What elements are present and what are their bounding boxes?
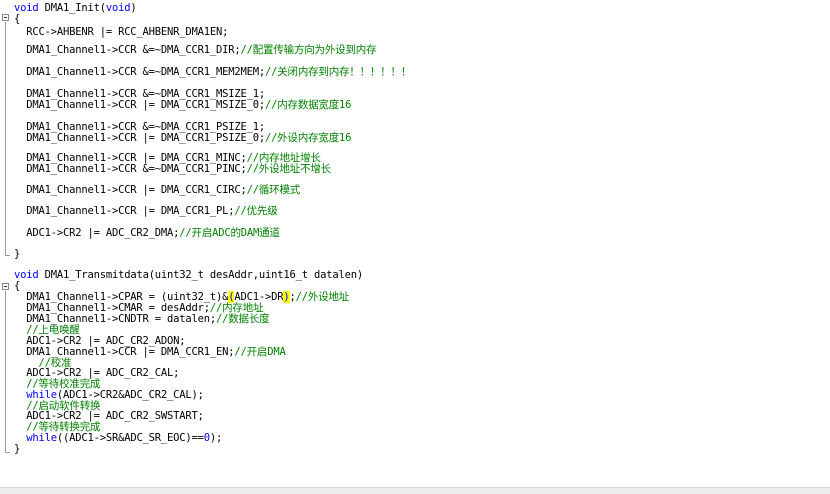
code-token: ): [130, 2, 137, 14]
code-line[interactable]: void DMA1_Transmitdata(uint32_t desAddr,…: [14, 270, 363, 281]
code-comment: //数据长度: [216, 313, 270, 325]
fold-guide-line: [5, 291, 6, 452]
code-comment: //外设地址不增长: [246, 163, 332, 175]
code-token: DMA1_Channel1->CCR &=~DMA_CCR1_MEM2MEM;: [14, 66, 265, 78]
code-token: DMA1_Channel1->CCR |= DMA_CCR1_PSIZE_0;: [14, 132, 265, 144]
code-line[interactable]: DMA1_Channel1->CCR &=~DMA_CCR1_PINC;//外设…: [14, 164, 331, 175]
code-token: );: [209, 432, 223, 444]
code-token: DMA1_Transmitdata(uint32_t desAddr,uint1…: [38, 269, 364, 281]
code-comment: //优先级: [234, 205, 278, 217]
code-comment: //外设地址: [295, 291, 350, 303]
fold-toggle-icon[interactable]: [2, 283, 9, 290]
code-comment: //外设内存宽度16: [264, 132, 352, 144]
code-line[interactable]: }: [14, 249, 20, 260]
code-token: DMA1_Channel1->CCR |= DMA_CCR1_PL;: [14, 205, 235, 217]
code-line[interactable]: DMA1_Channel1->CCR &=~DMA_CCR1_DIR;//配置传…: [14, 45, 376, 56]
code-comment: //循环模式: [246, 184, 301, 196]
code-token: }: [14, 443, 21, 455]
code-keyword: while: [26, 432, 57, 444]
code-line[interactable]: ADC1->CR2 |= ADC_CR2_DMA;//开启ADC的DAM通道: [14, 228, 280, 239]
code-token: ((ADC1->SR&ADC_SR_EOC)==: [56, 432, 204, 444]
code-token: DMA1_Channel1->CCR |= DMA_CCR1_CIRC;: [14, 184, 247, 196]
code-line[interactable]: DMA1_Channel1->CCR |= DMA_CCR1_CIRC;//循环…: [14, 185, 300, 196]
code-token: DMA1_Channel1->CCR |= DMA_CCR1_MSIZE_0;: [14, 99, 265, 111]
code-line[interactable]: DMA1_Channel1->CCR |= DMA_CCR1_PSIZE_0;/…: [14, 133, 351, 144]
code-line[interactable]: DMA1_Channel1->CCR |= DMA_CCR1_MSIZE_0;/…: [14, 100, 351, 111]
code-token: DMA1_Init(: [38, 2, 106, 14]
code-line[interactable]: while((ADC1->SR&ADC_SR_EOC)==0);: [14, 433, 222, 444]
code-line[interactable]: RCC->AHBENR |= RCC_AHBENR_DMA1EN;: [14, 27, 228, 38]
code-comment: //配置传输方向为外设到内存: [240, 44, 377, 56]
fold-gutter: [0, 0, 14, 487]
fold-end-marker: [5, 452, 10, 453]
code-line[interactable]: }: [14, 444, 20, 455]
code-comment: //开启ADC的DAM通道: [179, 227, 280, 239]
code-token: RCC->AHBENR |= RCC_AHBENR_DMA1EN;: [14, 26, 229, 38]
code-line[interactable]: DMA1_Channel1->CCR &=~DMA_CCR1_MEM2MEM;/…: [14, 67, 411, 78]
code-line[interactable]: {: [14, 14, 20, 25]
code-comment: //开启DMA: [234, 346, 286, 358]
fold-toggle-icon[interactable]: [2, 14, 9, 21]
code-line[interactable]: void DMA1_Init(void): [14, 2, 137, 14]
code-token: ADC1->CR2 |= ADC_CR2_DMA;: [14, 227, 180, 239]
fold-guide-line: [5, 22, 6, 255]
code-token: DMA1_Channel1->CCR &=~DMA_CCR1_DIR;: [14, 44, 241, 56]
code-line[interactable]: DMA1_Channel1->CCR |= DMA_CCR1_PL;//优先级: [14, 206, 278, 217]
code-editor[interactable]: void DMA1_Init(void){ RCC->AHBENR |= RCC…: [0, 0, 830, 487]
code-comment: //内存数据宽度16: [264, 99, 352, 111]
fold-end-marker: [5, 255, 10, 256]
code-comment: //关闭内存到内存！！！！！！: [264, 66, 412, 78]
code-token: }: [14, 248, 21, 260]
code-token: {: [14, 13, 21, 25]
code-keyword: void: [105, 2, 131, 14]
code-token: DMA1_Channel1->CCR &=~DMA_CCR1_PINC;: [14, 163, 247, 175]
